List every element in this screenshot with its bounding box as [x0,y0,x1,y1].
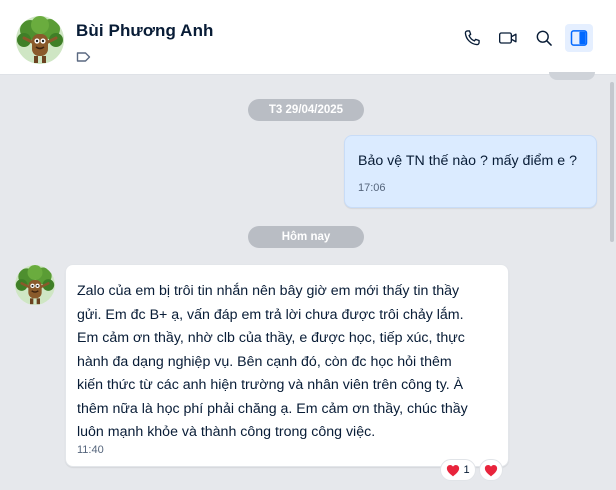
sidebar-panel-icon [570,30,588,46]
message-line: thêm nữa là học phí phải chăng ạ. Em cảm… [77,400,468,417]
phone-icon [464,30,480,46]
search-button[interactable] [530,24,558,52]
date-separator: T3 29/04/2025 [248,99,364,121]
search-icon [536,30,552,46]
message-text: Zalo của em bị trôi tin nhắn nên bây giờ… [77,280,505,445]
reaction-summary[interactable]: 1 [440,459,476,481]
message-time: 17:06 [358,182,386,194]
message-time: 11:40 [77,444,104,456]
react-button[interactable] [479,459,503,481]
date-separator: Hôm nay [248,226,364,248]
video-camera-icon [499,32,517,44]
contact-name[interactable]: Bùi Phương Anh [76,21,214,41]
reaction-count: 1 [463,464,470,476]
message-line: luôn mạnh khỏe và thành công trong công … [77,424,376,440]
message-line: Em cảm ơn thầy, nhờ clb của thầy, e được… [77,330,465,346]
chat-scrollbar[interactable] [610,82,614,242]
message-line: gửi. Em đc B+ ạ, vấn đáp em trả lời chưa… [77,306,464,323]
incoming-message[interactable]: Zalo của em bị trôi tin nhắn nên bây giờ… [65,264,509,467]
conversation-info-button[interactable] [565,24,593,52]
tree-character-avatar-icon [16,16,64,64]
previous-message-peek [549,72,595,80]
call-button[interactable] [458,24,486,52]
contact-avatar[interactable] [16,16,64,64]
message-line: hành đa dạng nghiệp vụ. Bên cạnh đó, còn… [77,353,452,370]
message-line: Zalo của em bị trôi tin nhắn nên bây giờ… [77,283,460,299]
video-call-button[interactable] [494,24,522,52]
label-tag-icon[interactable] [76,50,91,68]
message-line: kiến thức từ các anh hiện trường và nhân… [77,377,464,393]
sender-avatar[interactable] [15,265,55,305]
tree-character-avatar-icon [15,265,55,305]
heart-reaction-icon [484,464,498,477]
outgoing-message[interactable]: Bảo vệ TN thế nào ? mấy điểm e ? 17:06 [344,135,597,208]
message-text: Bảo vệ TN thế nào ? mấy điểm e ? [358,153,577,169]
chat-header: Bùi Phương Anh [0,0,616,75]
heart-reaction-icon [446,464,460,477]
